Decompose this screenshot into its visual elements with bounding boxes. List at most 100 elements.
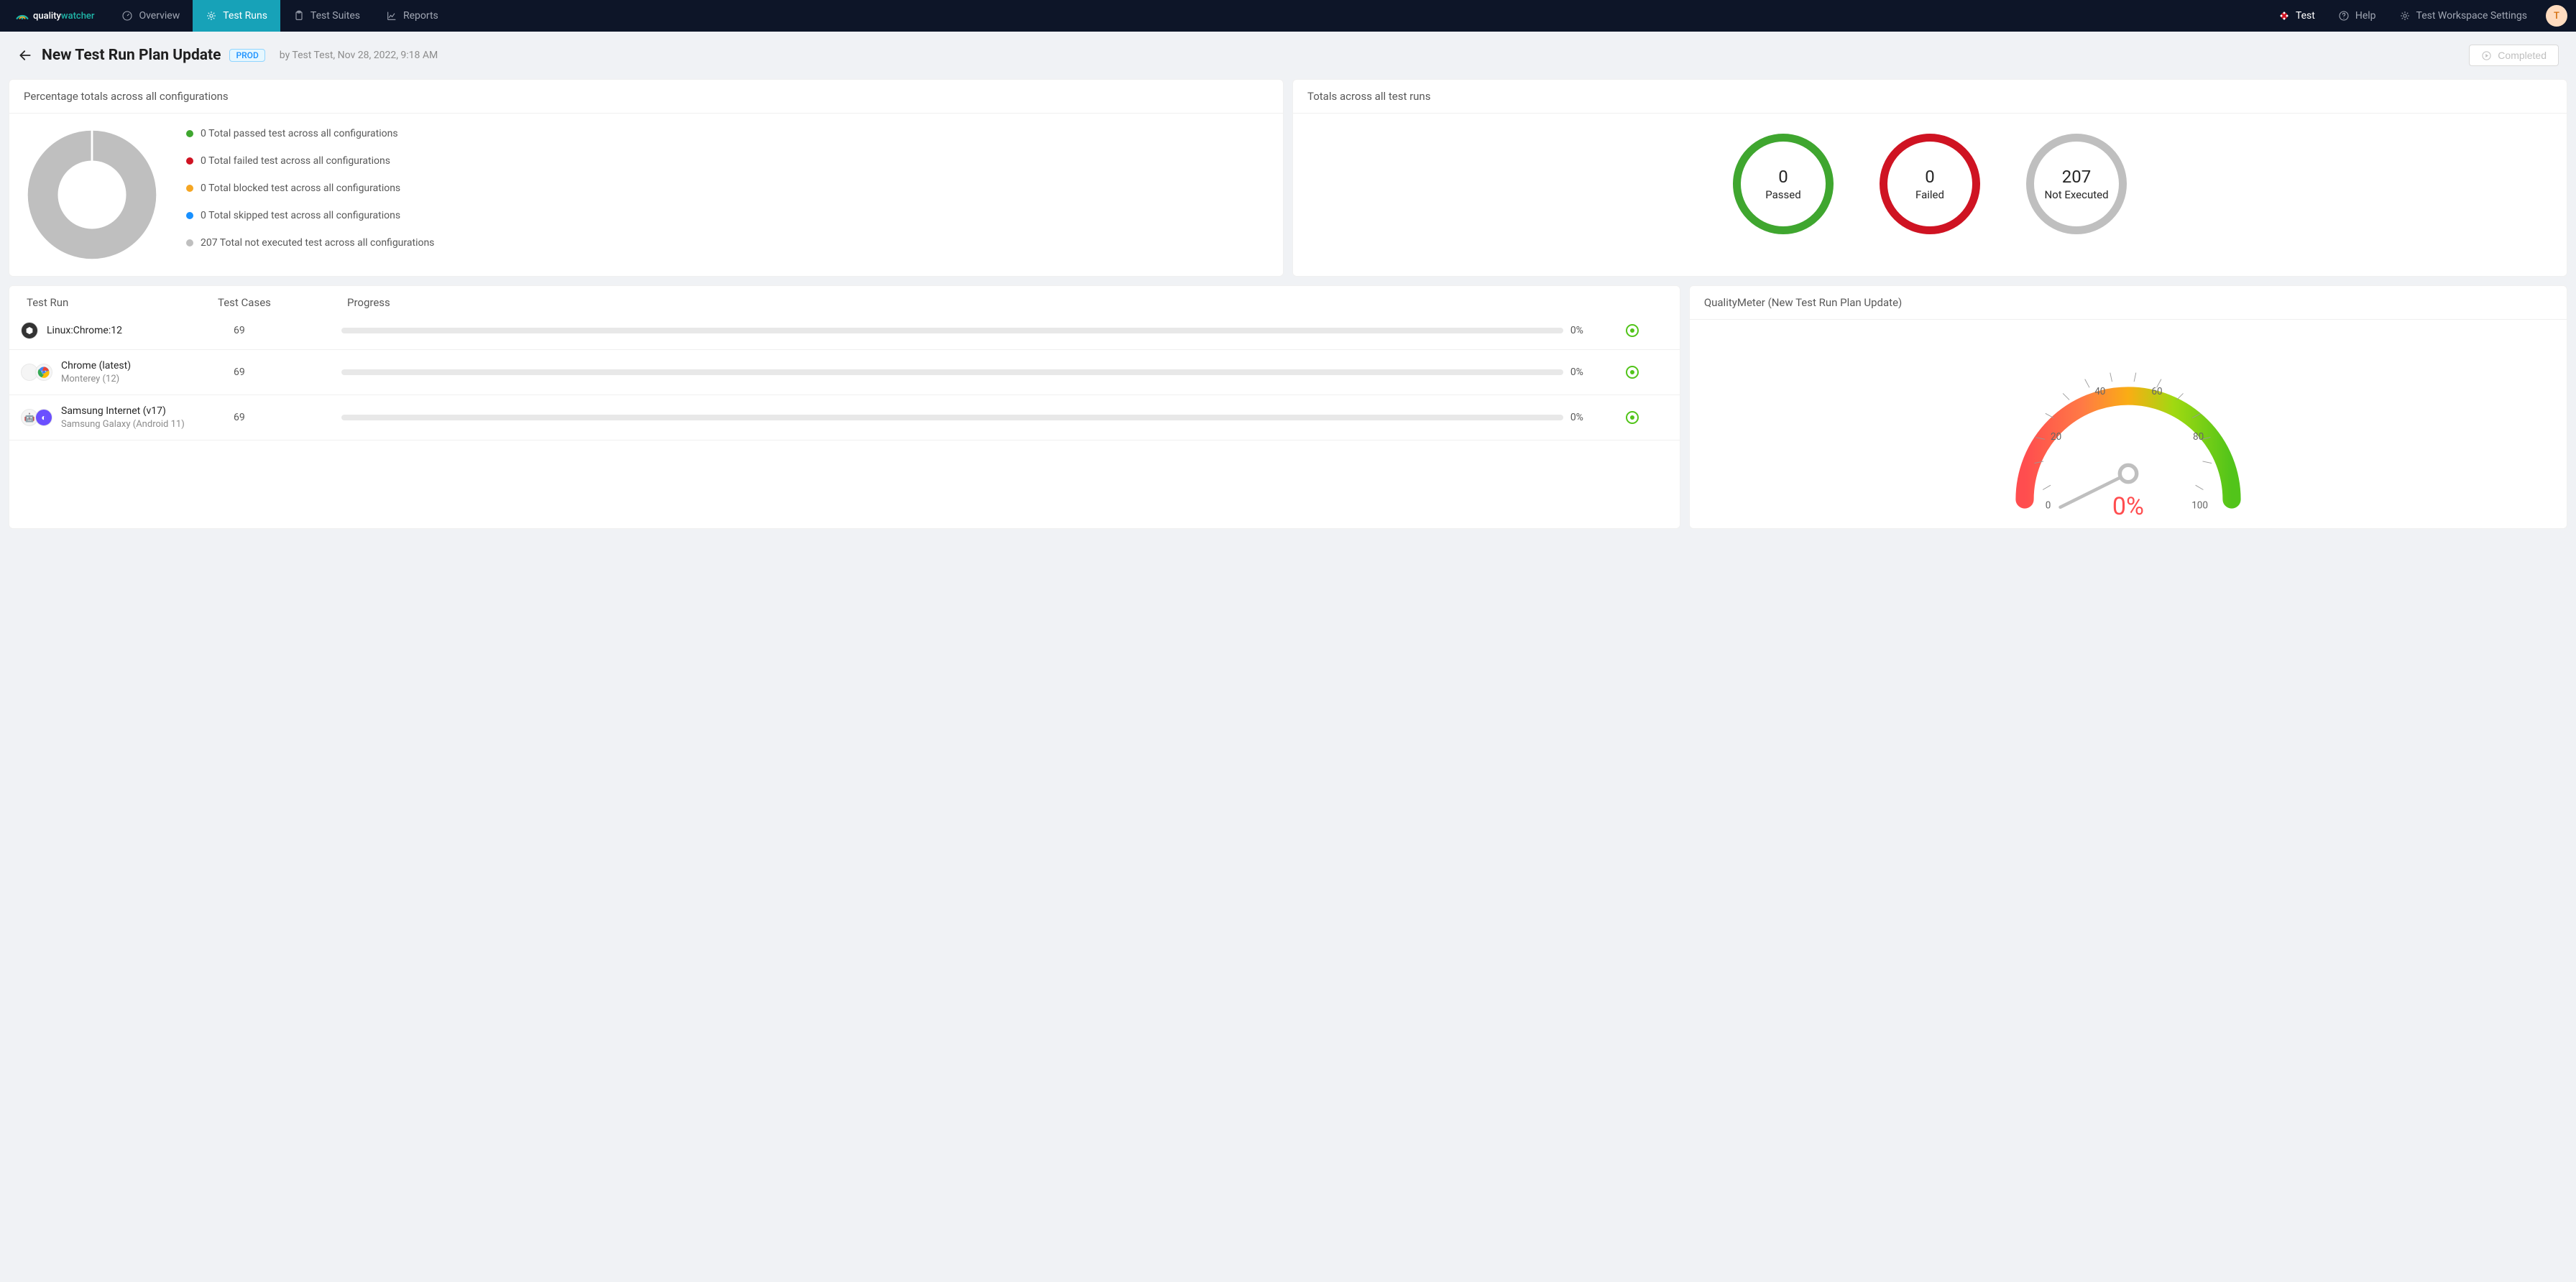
legend-blocked-label: 0 Total blocked test across all configur…	[201, 183, 400, 194]
nav-overview[interactable]: Overview	[109, 0, 193, 32]
nav-overview-label: Overview	[139, 10, 180, 22]
platform-icons: 🤖 ◐	[21, 409, 52, 426]
clipboard-icon	[293, 10, 305, 22]
puzzle-icon	[2278, 10, 2290, 22]
avatar[interactable]: T	[2546, 5, 2567, 27]
card-percentage-title: Percentage totals across all configurati…	[9, 80, 1283, 114]
play-circle-icon	[2481, 50, 2492, 61]
run-status[interactable]	[1599, 411, 1671, 424]
table-row[interactable]: ⬢ Linux:Chrome:12 69 0%	[9, 312, 1680, 350]
run-status[interactable]	[1599, 324, 1671, 337]
byline: by Test Test, Nov 28, 2022, 9:18 AM	[280, 50, 438, 61]
page-header: New Test Run Plan Update PROD by Test Te…	[0, 32, 2576, 79]
run-name: Chrome (latest)	[61, 360, 131, 372]
legend-failed-label: 0 Total failed test across all configura…	[201, 155, 390, 167]
logo-icon	[14, 9, 30, 23]
card-test-runs: Test Run Test Cases Progress ⬢ Linux:Chr…	[9, 285, 1680, 529]
run-cases: 69	[212, 325, 341, 336]
gear-icon	[2399, 10, 2411, 22]
ring-passed-label: Passed	[1765, 188, 1800, 201]
dot-notexec-icon	[186, 239, 193, 246]
logo[interactable]: qualitywatcher	[0, 9, 109, 23]
legend-skipped: 0 Total skipped test across all configur…	[186, 210, 434, 221]
progress-bar	[341, 369, 1563, 375]
nav-test-runs-label: Test Runs	[223, 10, 267, 22]
run-name: Samsung Internet (v17)	[61, 405, 185, 417]
page-title: New Test Run Plan Update	[42, 47, 221, 64]
test-run-list: ⬢ Linux:Chrome:12 69 0%	[9, 312, 1680, 441]
progress-pct: 0%	[1570, 325, 1599, 336]
logo-text: qualitywatcher	[33, 11, 94, 22]
back-button[interactable]	[17, 47, 33, 63]
run-sub: Monterey (12)	[61, 374, 131, 384]
donut-chart	[24, 126, 160, 263]
progress-pct: 0%	[1570, 366, 1599, 378]
nav-test-project[interactable]: Test	[2268, 10, 2325, 22]
dot-blocked-icon	[186, 185, 193, 192]
card-totals-title: Totals across all test runs	[1293, 80, 2567, 114]
legend-skipped-label: 0 Total skipped test across all configur…	[201, 210, 400, 221]
nav-test-project-label: Test	[2296, 10, 2315, 22]
nav-test-runs[interactable]: Test Runs	[193, 0, 280, 32]
progress-pct: 0%	[1570, 412, 1599, 423]
quality-meter-title: QualityMeter (New Test Run Plan Update)	[1690, 286, 2567, 320]
legend-notexec-label: 207 Total not executed test across all c…	[201, 237, 434, 249]
nav-reports[interactable]: Reports	[373, 0, 451, 32]
legend-passed-label: 0 Total passed test across all configura…	[201, 128, 398, 139]
gauge-tick-20: 20	[2051, 431, 2061, 443]
nav-test-suites-label: Test Suites	[310, 10, 360, 22]
table-row[interactable]: 🤖 ◐ Samsung Internet (v17) Samsung Galax…	[9, 395, 1680, 441]
chart-icon	[386, 10, 397, 22]
nav-help[interactable]: Help	[2328, 10, 2386, 22]
linux-icon: ⬢	[21, 322, 38, 339]
nav-reports-label: Reports	[403, 10, 438, 22]
table-row[interactable]: Chrome (latest) Monterey (12) 69 0%	[9, 350, 1680, 395]
legend-notexec: 207 Total not executed test across all c…	[186, 237, 434, 249]
run-progress: 0%	[341, 325, 1599, 336]
dot-skipped-icon	[186, 212, 193, 219]
donut-legend: 0 Total passed test across all configura…	[186, 126, 434, 249]
platform-icons	[21, 364, 52, 381]
gauge-tick-40: 40	[2094, 386, 2105, 397]
ring-failed-label: Failed	[1915, 188, 1944, 201]
platform-icons: ⬢	[21, 322, 38, 339]
nav-test-suites[interactable]: Test Suites	[280, 0, 373, 32]
card-percentage-totals: Percentage totals across all configurati…	[9, 79, 1284, 277]
progress-bar	[341, 328, 1563, 333]
run-progress: 0%	[341, 366, 1599, 378]
dot-failed-icon	[186, 157, 193, 165]
nav-items: Overview Test Runs Test Suites Reports	[109, 0, 451, 32]
ring-passed-value: 0	[1778, 167, 1788, 187]
summary-cards-row: Percentage totals across all configurati…	[0, 79, 2576, 277]
ring-notexec-label: Not Executed	[2044, 188, 2108, 201]
col-header-test-cases: Test Cases	[218, 296, 347, 309]
run-status[interactable]	[1599, 366, 1671, 379]
nav-workspace-settings[interactable]: Test Workspace Settings	[2389, 10, 2537, 22]
env-badge: PROD	[229, 49, 264, 62]
run-sub: Samsung Galaxy (Android 11)	[61, 419, 185, 430]
gauge-tick-60: 60	[2151, 386, 2162, 397]
help-icon	[2338, 10, 2350, 22]
gauge-tick-80: 80	[2193, 431, 2204, 443]
progress-bar	[341, 415, 1563, 420]
dashboard-icon	[121, 10, 133, 22]
samsung-internet-icon: ◐	[35, 409, 52, 426]
legend-blocked: 0 Total blocked test across all configur…	[186, 183, 434, 194]
details-cards-row: Test Run Test Cases Progress ⬢ Linux:Chr…	[0, 277, 2576, 538]
col-header-test-run: Test Run	[24, 296, 218, 309]
ring-failed-value: 0	[1925, 167, 1935, 187]
gauge-value: 0%	[2112, 492, 2144, 521]
gauge-tick-0: 0	[2046, 500, 2051, 512]
gear-icon	[206, 10, 217, 22]
ring-failed: 0 Failed	[1880, 134, 1980, 234]
nav-help-label: Help	[2355, 10, 2376, 22]
run-cases: 69	[212, 412, 341, 423]
gauge-tick-100: 100	[2191, 500, 2208, 512]
ring-passed: 0 Passed	[1733, 134, 1834, 234]
completed-label: Completed	[2498, 50, 2547, 61]
run-name: Linux:Chrome:12	[47, 325, 122, 336]
completed-button[interactable]: Completed	[2469, 45, 2559, 66]
active-status-icon	[1626, 366, 1639, 379]
card-quality-meter: QualityMeter (New Test Run Plan Update)	[1689, 285, 2567, 529]
run-progress: 0%	[341, 412, 1599, 423]
